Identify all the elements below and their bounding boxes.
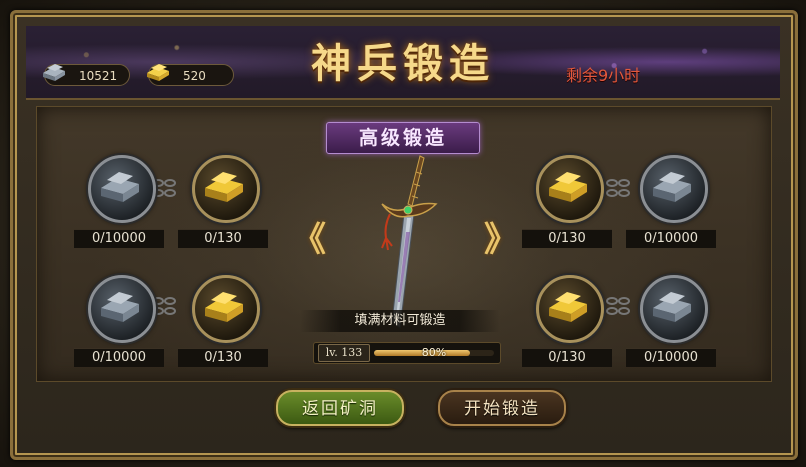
silver-ingot-icon [101,172,139,202]
silver-count: 0/10000 [74,229,164,248]
start-forge-button[interactable]: 开始锻造 [438,390,566,426]
silver-material-slot[interactable] [88,275,156,343]
silver-ingot-icon [43,64,65,81]
gold-material-slot[interactable] [192,155,260,223]
gold-ingot-icon [147,64,169,81]
gold-material-slot[interactable] [536,155,604,223]
forge-level-title: 高级锻造 [326,122,480,154]
silver-count: 0/10000 [626,348,716,367]
page-title: 神兵锻造 [311,40,495,87]
silver-material-slot[interactable] [640,275,708,343]
silver-ingot-icon [101,292,139,322]
sword-icon [381,155,438,329]
gold-ingot-icon [205,292,243,322]
remaining-time: 剩余9小时 [566,66,641,85]
prev-arrow[interactable]: 《 [292,212,326,261]
forge-hint: 填满材料可锻造 [300,310,500,332]
gold-amount: 520 [183,69,206,83]
gold-count: 0/130 [178,229,268,248]
gold-ingot-icon [549,172,587,202]
silver-ingot-icon [653,292,691,322]
gold-count: 0/130 [178,348,268,367]
chain-icon [606,297,630,315]
gold-resource: 520 [147,64,234,86]
forge-level-label: lv. 133 [318,344,370,362]
next-arrow[interactable]: 》 [484,212,518,261]
return-mine-button[interactable]: 返回矿洞 [276,390,404,426]
gold-count: 0/130 [522,229,612,248]
forge-progress-text: 80% [421,346,447,359]
gold-ingot-icon [549,292,587,322]
forge-level-bar: lv. 133 80% [313,342,501,364]
gold-material-slot[interactable] [192,275,260,343]
gold-ingot-icon [205,172,243,202]
silver-material-slot[interactable] [88,155,156,223]
silver-count: 0/10000 [626,229,716,248]
chain-icon [606,179,630,197]
forge-screen: 10521 520 神兵锻造 剩余9小时 高级锻造 《 》 0/10000 0/… [0,0,806,467]
silver-resource: 10521 [43,64,130,86]
gold-count: 0/130 [522,348,612,367]
silver-amount: 10521 [79,69,118,83]
silver-count: 0/10000 [74,348,164,367]
gold-material-slot[interactable] [536,275,604,343]
silver-ingot-icon [653,172,691,202]
silver-material-slot[interactable] [640,155,708,223]
